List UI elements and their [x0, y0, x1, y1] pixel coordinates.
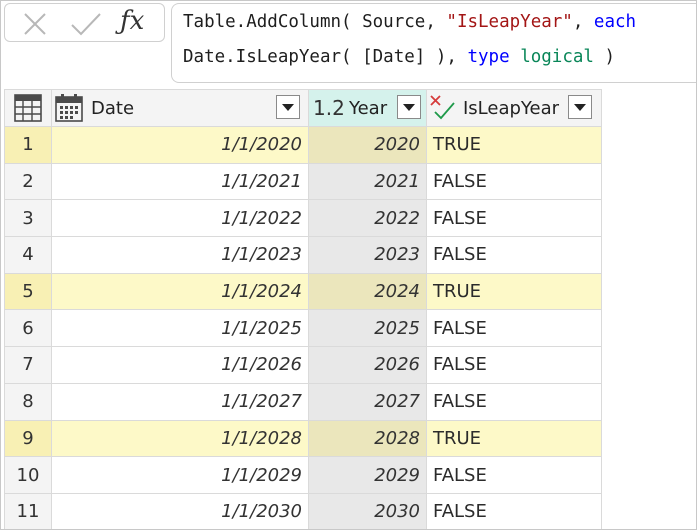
date-cell[interactable]: 1/1/2024 — [51, 272, 309, 311]
column-label-isleapyear: IsLeapYear — [463, 98, 560, 119]
formula-line-1: Table.AddColumn( Source, "IsLeapYear", e… — [183, 12, 637, 32]
isleapyear-cell[interactable]: FALSE — [426, 199, 602, 238]
date-cell[interactable]: 1/1/2029 — [51, 456, 309, 494]
column-header-year[interactable]: 1.2 Year — [308, 89, 427, 127]
isleapyear-cell[interactable]: FALSE — [426, 309, 602, 348]
decimal-number-icon: 1.2 — [313, 96, 345, 120]
date-cell[interactable]: 1/1/2022 — [51, 199, 309, 238]
row-number-cell[interactable]: 3 — [4, 199, 52, 238]
row-number-cell[interactable]: 7 — [4, 346, 52, 384]
year-cell[interactable]: 2030 — [308, 492, 427, 529]
row-number-cell[interactable]: 5 — [4, 272, 52, 311]
table-row[interactable]: 3 1/1/2022 2022 FALSE — [4, 199, 602, 238]
year-cell[interactable]: 2026 — [308, 346, 427, 384]
isleapyear-cell[interactable]: FALSE — [426, 492, 602, 529]
isleapyear-cell[interactable]: TRUE — [426, 126, 602, 164]
row-number-cell[interactable]: 4 — [4, 236, 52, 274]
isleapyear-cell[interactable]: FALSE — [426, 162, 602, 201]
year-cell[interactable]: 2021 — [308, 162, 427, 201]
row-number-cell[interactable]: 6 — [4, 309, 52, 348]
table-row[interactable]: 5 1/1/2024 2024 TRUE — [4, 272, 602, 311]
date-cell[interactable]: 1/1/2020 — [51, 126, 309, 164]
date-cell[interactable]: 1/1/2028 — [51, 419, 309, 458]
query-editor: ƒx Table.AddColumn( Source, "IsLeapYear"… — [0, 0, 697, 530]
table-row[interactable]: 10 1/1/2029 2029 FALSE — [4, 456, 602, 494]
year-cell[interactable]: 2025 — [308, 309, 427, 348]
isleapyear-cell[interactable]: FALSE — [426, 346, 602, 384]
year-cell[interactable]: 2022 — [308, 199, 427, 238]
isleapyear-cell[interactable]: FALSE — [426, 456, 602, 494]
column-label-date: Date — [91, 98, 135, 119]
cancel-icon[interactable] — [21, 10, 49, 42]
calendar-icon — [55, 94, 83, 126]
formula-bar[interactable]: Table.AddColumn( Source, "IsLeapYear", e… — [171, 3, 696, 83]
column-header-date[interactable]: Date — [51, 89, 309, 127]
formula-line-2: Date.IsLeapYear( [Date] ), type logical … — [183, 47, 616, 67]
table-row[interactable]: 11 1/1/2030 2030 FALSE — [4, 492, 602, 529]
commit-checkmark-icon[interactable] — [69, 10, 103, 42]
year-cell[interactable]: 2020 — [308, 126, 427, 164]
date-cell[interactable]: 1/1/2025 — [51, 309, 309, 348]
year-cell[interactable]: 2027 — [308, 382, 427, 421]
row-number-cell[interactable]: 2 — [4, 162, 52, 201]
formula-controls: ƒx — [4, 3, 165, 42]
row-number-cell[interactable]: 9 — [4, 419, 52, 458]
table-icon[interactable] — [14, 94, 42, 126]
date-filter-dropdown-button[interactable] — [276, 95, 300, 119]
year-cell[interactable]: 2028 — [308, 419, 427, 458]
table-row[interactable]: 9 1/1/2028 2028 TRUE — [4, 419, 602, 458]
isleapyear-cell[interactable]: TRUE — [426, 419, 602, 458]
isleapyear-filter-dropdown-button[interactable] — [568, 95, 592, 119]
row-number-cell[interactable]: 8 — [4, 382, 52, 421]
date-cell[interactable]: 1/1/2021 — [51, 162, 309, 201]
isleapyear-cell[interactable]: TRUE — [426, 272, 602, 311]
isleapyear-cell[interactable]: FALSE — [426, 382, 602, 421]
isleapyear-cell[interactable]: FALSE — [426, 236, 602, 274]
date-cell[interactable]: 1/1/2027 — [51, 382, 309, 421]
data-grid: Date 1.2 Year IsLeapYear 1 1/1/2020 2020… — [4, 89, 602, 529]
date-cell[interactable]: 1/1/2023 — [51, 236, 309, 274]
date-cell[interactable]: 1/1/2026 — [51, 346, 309, 384]
table-row[interactable]: 4 1/1/2023 2023 FALSE — [4, 236, 602, 274]
column-label-year: Year — [349, 98, 388, 119]
table-row[interactable]: 2 1/1/2021 2021 FALSE — [4, 162, 602, 201]
year-cell[interactable]: 2024 — [308, 272, 427, 311]
table-menu-cell[interactable] — [4, 89, 52, 127]
logical-icon — [429, 94, 457, 126]
year-cell[interactable]: 2029 — [308, 456, 427, 494]
row-number-cell[interactable]: 1 — [4, 126, 52, 164]
date-cell[interactable]: 1/1/2030 — [51, 492, 309, 529]
table-row[interactable]: 8 1/1/2027 2027 FALSE — [4, 382, 602, 421]
table-row[interactable]: 7 1/1/2026 2026 FALSE — [4, 346, 602, 384]
year-cell[interactable]: 2023 — [308, 236, 427, 274]
column-header-isleapyear[interactable]: IsLeapYear — [426, 89, 602, 127]
table-row[interactable]: 6 1/1/2025 2025 FALSE — [4, 309, 602, 348]
row-number-cell[interactable]: 11 — [4, 492, 52, 529]
fx-icon[interactable]: ƒx — [120, 6, 144, 36]
year-filter-dropdown-button[interactable] — [397, 95, 421, 119]
table-row[interactable]: 1 1/1/2020 2020 TRUE — [4, 126, 602, 164]
row-number-cell[interactable]: 10 — [4, 456, 52, 494]
